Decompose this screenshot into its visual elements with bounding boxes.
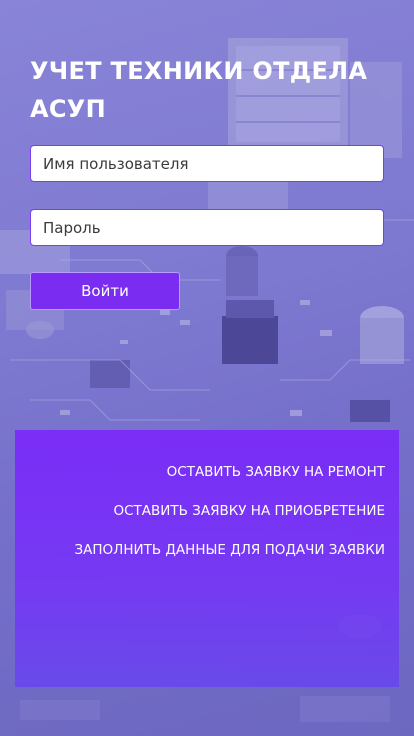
password-input[interactable]: [30, 209, 384, 246]
repair-request-link[interactable]: ОСТАВИТЬ ЗАЯВКУ НА РЕМОНТ: [75, 462, 385, 482]
request-links-list: ОСТАВИТЬ ЗАЯВКУ НА РЕМОНТ ОСТАВИТЬ ЗАЯВК…: [75, 462, 385, 579]
page-title: УЧЕТ ТЕХНИКИ ОТДЕЛА АСУП: [30, 57, 368, 123]
username-input[interactable]: [30, 145, 384, 182]
request-actions-panel: ОСТАВИТЬ ЗАЯВКУ НА РЕМОНТ ОСТАВИТЬ ЗАЯВК…: [15, 430, 399, 687]
request-data-link[interactable]: ЗАПОЛНИТЬ ДАННЫЕ ДЛЯ ПОДАЧИ ЗАЯВКИ: [75, 540, 385, 560]
login-button[interactable]: Войти: [30, 272, 180, 310]
login-screen: УЧЕТ ТЕХНИКИ ОТДЕЛА АСУП Войти ОСТАВИТЬ …: [0, 0, 414, 736]
purchase-request-link[interactable]: ОСТАВИТЬ ЗАЯВКУ НА ПРИОБРЕТЕНИЕ: [75, 501, 385, 521]
